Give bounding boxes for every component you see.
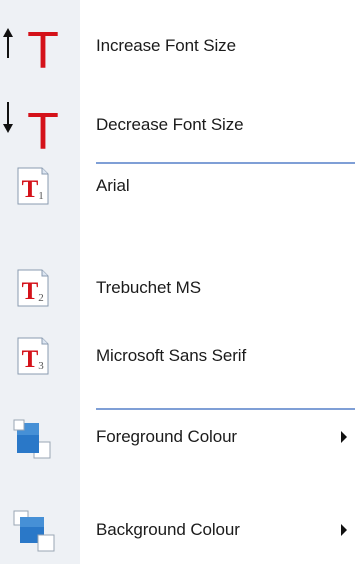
foreground-colour-icon (0, 412, 80, 462)
menu-item-font-microsoft-sans-serif[interactable]: T 3 Microsoft Sans Serif (0, 336, 355, 376)
font-3-icon: T 3 (0, 336, 80, 376)
font-2-digit: 2 (38, 292, 44, 304)
font-1-digit: 1 (38, 190, 44, 202)
menu-separator (96, 162, 355, 164)
menu-item-label: Increase Font Size (96, 36, 236, 55)
menu-item-foreground-colour[interactable]: Foreground Colour (0, 412, 355, 462)
menu-separator (96, 408, 355, 410)
menu-item-label: Microsoft Sans Serif (96, 346, 247, 365)
font-3-digit: 3 (38, 360, 44, 372)
font-3-glyph: T (22, 346, 39, 373)
increase-font-size-icon: T (0, 18, 80, 74)
menu-item-label: Background Colour (96, 520, 240, 539)
decrease-font-size-icon: T (0, 96, 80, 154)
menu-item-background-colour[interactable]: Background Colour (0, 505, 355, 555)
menu-item-label: Arial (96, 176, 130, 195)
menu-item-font-trebuchet-ms[interactable]: T 2 Trebuchet MS (0, 268, 355, 308)
submenu-arrow-icon (341, 431, 347, 443)
menu-item-label: Decrease Font Size (96, 115, 244, 134)
decrease-font-size-glyph: T (27, 103, 59, 154)
font-1-glyph: T (22, 176, 39, 203)
menu-item-decrease-font-size[interactable]: T Decrease Font Size (0, 96, 355, 154)
increase-font-size-glyph: T (27, 22, 59, 74)
font-1-icon: T 1 (0, 166, 80, 206)
font-2-glyph: T (22, 278, 39, 305)
background-colour-icon (0, 505, 80, 555)
menu-item-font-arial[interactable]: T 1 Arial (0, 166, 355, 206)
menu-item-label: Trebuchet MS (96, 278, 201, 297)
menu-item-increase-font-size[interactable]: T Increase Font Size (0, 18, 355, 74)
font-2-icon: T 2 (0, 268, 80, 308)
font-context-menu: T Increase Font Size T Decrease Font Siz… (0, 0, 355, 564)
menu-item-label: Foreground Colour (96, 427, 237, 446)
submenu-arrow-icon (341, 524, 347, 536)
